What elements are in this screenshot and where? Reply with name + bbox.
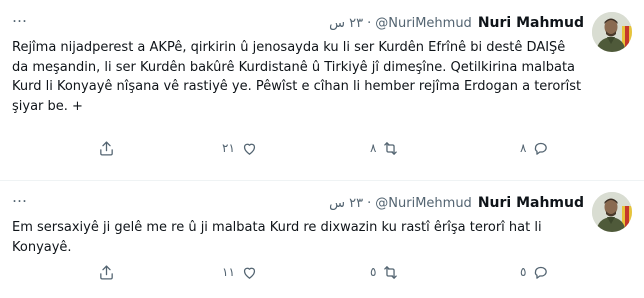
more-options-button[interactable]: …: [12, 10, 28, 25]
tweet[interactable]: … ٢٣ س · @NuriMehmud Nuri Mahmud Rejîma …: [0, 0, 644, 181]
user-name[interactable]: Nuri Mahmud: [478, 195, 584, 211]
like-count: ١١: [222, 265, 235, 279]
tweet-text: Rejîma nijadperest a AKPê, qirkirin û je…: [12, 40, 582, 114]
avatar[interactable]: [592, 192, 632, 232]
user-name[interactable]: Nuri Mahmud: [478, 15, 584, 31]
retweet-icon: [384, 141, 398, 155]
separator-dot: ·: [367, 195, 372, 211]
tweet-actions: ٢١ ٨ ٨: [0, 138, 580, 158]
reply-button[interactable]: ٥: [520, 262, 549, 282]
user-handle[interactable]: @NuriMehmud: [375, 16, 472, 31]
share-icon: [100, 140, 113, 156]
reply-icon: [535, 266, 548, 279]
like-icon: [243, 143, 255, 155]
share-button[interactable]: [98, 138, 115, 158]
tweet-header: ٢٣ س · @NuriMehmud Nuri Mahmud: [329, 193, 584, 213]
tweet-time[interactable]: ٢٣ س: [329, 16, 363, 31]
avatar[interactable]: [592, 12, 632, 52]
like-count: ٢١: [222, 141, 235, 155]
retweet-icon: [384, 265, 398, 279]
tweet-actions: ١١ ٥ ٥: [0, 262, 580, 282]
tweet-time[interactable]: ٢٣ س: [329, 196, 363, 211]
like-icon: [243, 267, 255, 279]
tweet[interactable]: … ٢٣ س · @NuriMehmud Nuri Mahmud Em sers…: [0, 180, 644, 298]
share-icon: [100, 264, 113, 280]
user-handle[interactable]: @NuriMehmud: [375, 196, 472, 211]
more-options-button[interactable]: …: [12, 190, 28, 205]
retweet-count: ٥: [370, 265, 377, 279]
tweet-text: Em sersaxiyê ji gelê me re û ji malbata …: [12, 220, 542, 255]
retweet-button[interactable]: ٨: [370, 138, 399, 158]
retweet-button[interactable]: ٥: [370, 262, 399, 282]
reply-count: ٨: [520, 141, 527, 155]
tweet-header: ٢٣ س · @NuriMehmud Nuri Mahmud: [329, 13, 584, 33]
like-button[interactable]: ١١: [222, 262, 258, 282]
reply-button[interactable]: ٨: [520, 138, 549, 158]
reply-icon: [535, 142, 548, 155]
like-button[interactable]: ٢١: [222, 138, 258, 158]
separator-dot: ·: [367, 15, 372, 31]
retweet-count: ٨: [370, 141, 377, 155]
reply-count: ٥: [520, 265, 527, 279]
share-button[interactable]: [98, 262, 115, 282]
